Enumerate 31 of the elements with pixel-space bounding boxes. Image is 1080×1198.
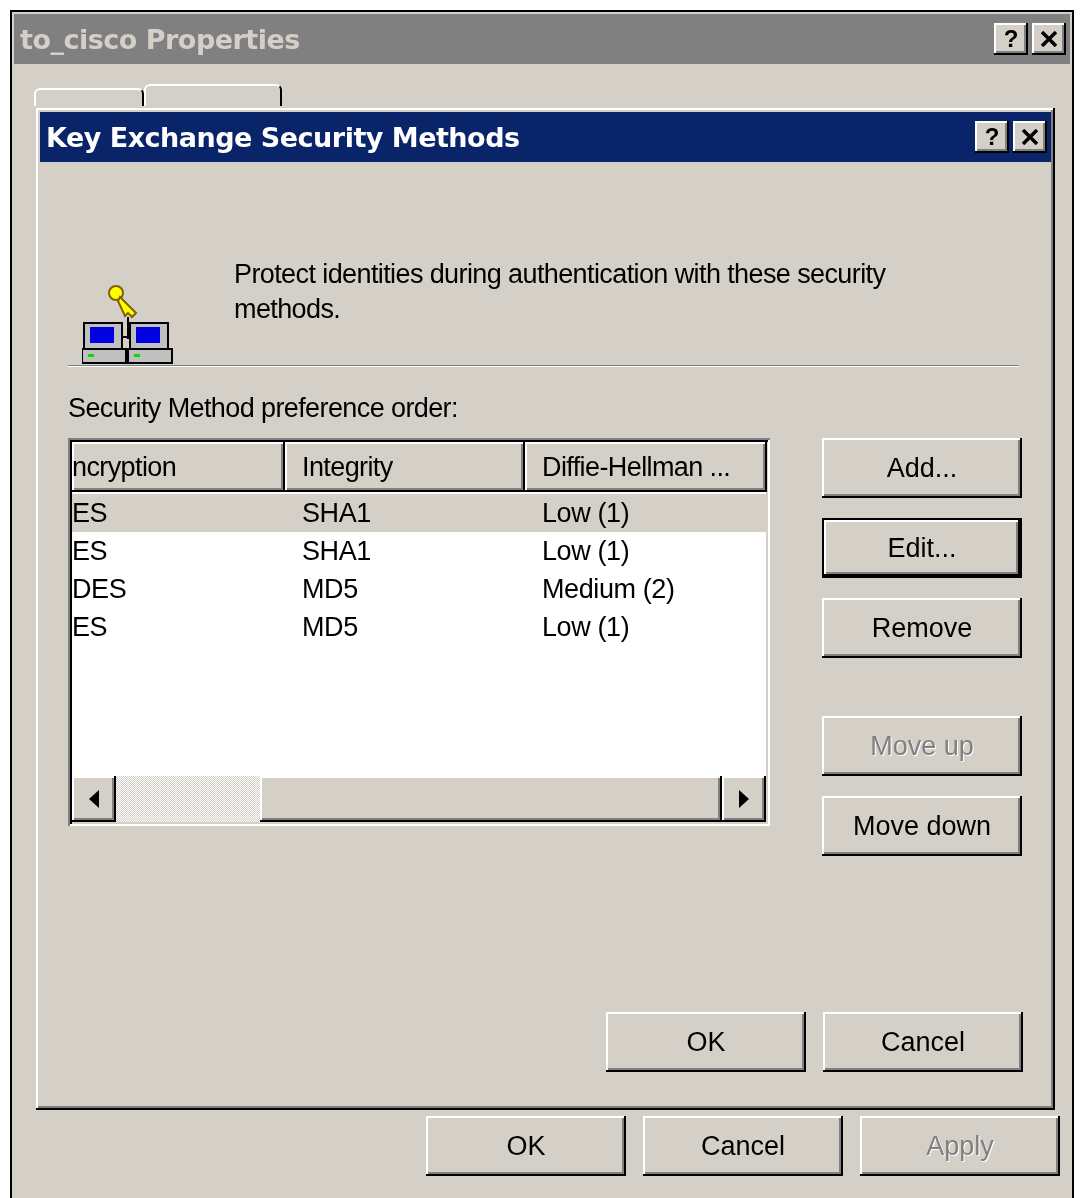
dialog-button[interactable]: Remove bbox=[822, 598, 1022, 658]
help-button[interactable]: ? bbox=[975, 121, 1009, 153]
list-row[interactable]: ES SHA1 Low (1) bbox=[72, 494, 766, 532]
table-cell-text: MD5 bbox=[301, 611, 359, 643]
window-title: to_cisco Properties bbox=[20, 23, 300, 55]
table-cell-text: ES bbox=[72, 535, 109, 567]
dialog-button[interactable]: Cancel bbox=[643, 1116, 843, 1176]
table-cell-text: MD5 bbox=[301, 573, 359, 605]
table-cell-text: SHA1 bbox=[301, 497, 372, 529]
table-cell-text: SHA1 bbox=[301, 535, 372, 567]
dialog-button[interactable]: Move down bbox=[822, 796, 1022, 856]
dialog-button[interactable]: Add... bbox=[822, 438, 1022, 498]
table-cell-text: Medium (2) bbox=[541, 573, 676, 605]
window-title: Key Exchange Security Methods bbox=[46, 121, 520, 153]
table-cell-text: Low (1) bbox=[541, 611, 631, 643]
table-cell-text: Low (1) bbox=[541, 535, 631, 567]
table-cell-text: Low (1) bbox=[541, 497, 631, 529]
column-header[interactable]: ncryption bbox=[72, 442, 285, 492]
dialog-button[interactable]: Edit... bbox=[822, 518, 1022, 578]
list-label: Security Method preference order: bbox=[68, 393, 459, 424]
column-header[interactable]: Integrity bbox=[285, 442, 525, 492]
dialog-button[interactable]: OK bbox=[606, 1012, 806, 1072]
dialog-button[interactable]: OK bbox=[426, 1116, 626, 1176]
dialog-button[interactable]: Cancel bbox=[823, 1012, 1023, 1072]
table-cell-text: ES bbox=[72, 611, 109, 643]
help-button[interactable]: ? bbox=[994, 23, 1028, 55]
description-text: Protect identities during authentication with these security methods. bbox=[234, 258, 887, 326]
table-cell-text: DES bbox=[72, 573, 128, 605]
column-header[interactable]: Diffie-Hellman ... bbox=[525, 442, 767, 492]
table-cell-text: ES bbox=[72, 497, 109, 529]
methods-list[interactable]: ncryption Integrity Diffie-Hellman ... ES SHA1 Low (1) ES SHA1 Low (1) DES MD5 Medium (2) ES MD5 Low (1) bbox=[68, 438, 770, 826]
